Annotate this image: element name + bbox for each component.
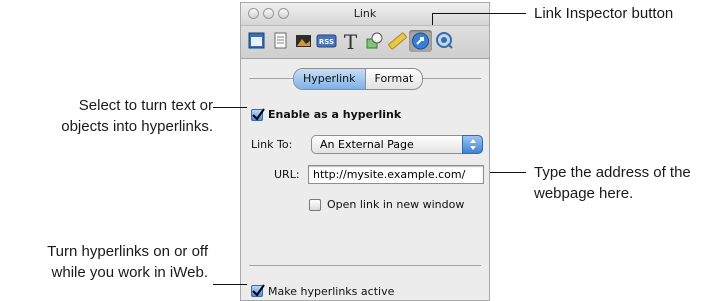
text-icon-label: T — [344, 30, 358, 52]
section-divider — [249, 265, 481, 266]
tab-format[interactable]: Format — [366, 69, 423, 89]
text-inspector-icon[interactable]: T — [339, 30, 362, 52]
metrics-inspector-icon[interactable] — [386, 30, 409, 52]
url-callout-line-1: Type the address of the — [534, 164, 691, 181]
make-hyperlinks-active-label: Make hyperlinks active — [268, 285, 395, 298]
url-leader — [490, 172, 526, 173]
tab-hyperlink[interactable]: Hyperlink — [294, 69, 366, 89]
link-inspector-leader — [432, 13, 526, 14]
page-inspector-icon[interactable] — [269, 30, 292, 52]
link-inspector-leader-vertical — [432, 13, 433, 25]
enable-hyperlink-label: Enable as a hyperlink — [268, 108, 402, 121]
graphic-inspector-icon[interactable] — [363, 30, 386, 52]
link-inspector-window: Link RSS T Hyperlink Format Enable as a … — [240, 2, 490, 301]
url-callout-line-2: webpage here. — [534, 185, 634, 202]
popup-arrows-icon — [462, 135, 483, 154]
make-active-callout: Turn hyperlinks on or off while you work… — [0, 241, 208, 283]
open-new-window-label: Open link in new window — [327, 198, 465, 211]
url-callout: Type the address of the webpage here. — [534, 162, 691, 204]
enable-hyperlink-leader — [213, 107, 247, 108]
enable-hyperlink-checkbox[interactable] — [251, 108, 265, 121]
inspector-toolbar: RSS T — [241, 26, 489, 59]
url-input[interactable]: http://mysite.example.com/ — [308, 165, 484, 184]
link-to-popup[interactable]: An External Page — [311, 135, 483, 154]
url-label: URL: — [274, 168, 300, 181]
rss-icon-label: RSS — [319, 38, 334, 46]
make-hyperlinks-active-checkbox[interactable] — [251, 284, 265, 297]
checkmark-icon — [252, 284, 265, 297]
enable-hyperlink-callout: Select to turn text or objects into hype… — [0, 95, 213, 137]
inspector-panel: Hyperlink Format Enable as a hyperlink L… — [241, 59, 489, 300]
open-new-window-checkbox[interactable] — [309, 199, 321, 211]
photo-inspector-icon[interactable] — [292, 30, 315, 52]
rss-inspector-icon[interactable]: RSS — [315, 30, 338, 52]
active-callout-line-1: Turn hyperlinks on or off — [47, 243, 208, 260]
active-callout-line-2: while you work in iWeb. — [51, 264, 208, 281]
make-active-leader — [213, 284, 247, 285]
enable-callout-line-2: objects into hyperlinks. — [61, 118, 213, 135]
link-to-label: Link To: — [251, 138, 293, 151]
document-inspector-icon[interactable] — [245, 30, 268, 52]
link-inspector-callout: Link Inspector button — [534, 5, 674, 22]
enable-callout-line-1: Select to turn text or — [78, 97, 213, 114]
link-to-value: An External Page — [320, 138, 414, 151]
link-inspector-icon[interactable] — [409, 30, 432, 52]
quicktime-inspector-icon[interactable] — [433, 30, 456, 52]
checkmark-icon — [252, 108, 265, 121]
window-titlebar: Link — [241, 3, 489, 26]
hyperlink-format-tabs: Hyperlink Format — [293, 68, 424, 90]
